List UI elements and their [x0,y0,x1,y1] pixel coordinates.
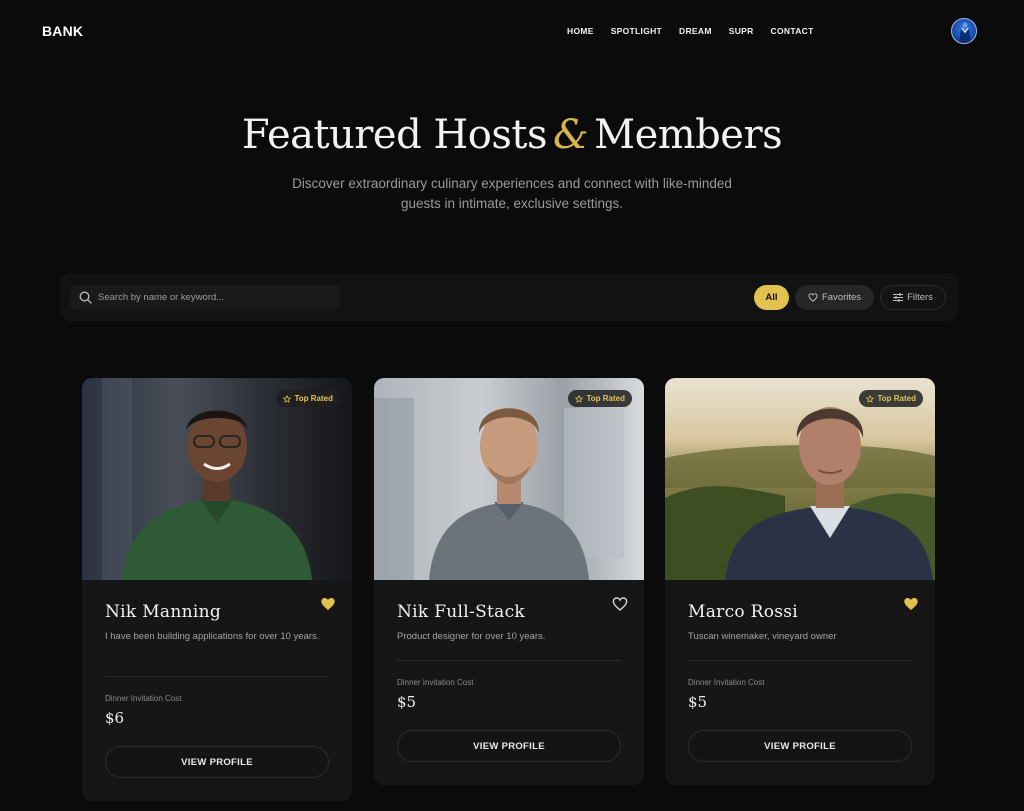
card-divider [688,660,912,661]
filter-all-label: All [765,292,778,303]
member-description: Tuscan winemaker, vineyard owner [688,631,837,642]
badge-label: Top Rated [294,394,333,403]
member-name: Nik Manning [105,602,222,622]
filter-toolbar: All Favorites Filters [60,273,958,321]
price: $5 [397,693,417,711]
filter-favorites-button[interactable]: Favorites [795,285,874,310]
search-icon [79,291,92,304]
member-photo: Top Rated [82,378,352,580]
portrait-image [374,378,644,580]
nav-item-supr[interactable]: SUPR [729,26,754,36]
portrait-image [665,378,935,580]
page-title-part1: Featured Hosts [241,112,548,158]
star-icon [283,394,292,403]
member-card[interactable]: Top Rated Nik Full-Stack Product designe… [374,378,644,785]
nav-item-spotlight[interactable]: SPOTLIGHT [611,26,662,36]
view-profile-button[interactable]: VIEW PROFILE [105,746,329,778]
heart-outline-icon [808,293,818,302]
cost-label: Dinner Invitation Cost [397,678,474,687]
member-name: Marco Rossi [688,602,799,622]
cost-label: Dinner Invitation Cost [688,678,765,687]
star-icon [575,394,584,403]
member-photo: Top Rated [665,378,935,580]
price: $5 [688,693,708,711]
filter-all-button[interactable]: All [754,285,789,310]
filters-button[interactable]: Filters [880,285,946,310]
nav-item-contact[interactable]: CONTACT [771,26,814,36]
brand-logo[interactable]: BANK [41,23,83,39]
brand-logo-text: BANK [42,23,84,39]
top-rated-badge: Top Rated [276,390,340,407]
member-description: I have been building applications for ov… [105,631,320,642]
search-box[interactable] [70,285,340,310]
nav-item-home[interactable]: HOME [567,26,594,36]
page-title-ampersand: & [553,112,589,158]
favorite-heart-icon[interactable] [612,596,628,612]
page-subtitle: Discover extraordinary culinary experien… [292,176,732,211]
view-profile-button[interactable]: VIEW PROFILE [397,730,621,762]
member-description: Product designer for over 10 years. [397,631,546,642]
filters-label: Filters [907,292,933,303]
search-input[interactable] [98,285,334,310]
price: $6 [105,709,125,727]
badge-label: Top Rated [586,394,625,403]
user-avatar-icon [959,22,971,43]
cost-label: Dinner Invitation Cost [105,694,182,703]
top-nav: BANK HOME SPOTLIGHT DREAM SUPR CONTACT [0,0,1024,62]
page-title: Featured Hosts & Members [0,112,1024,158]
card-divider [397,660,621,661]
card-divider [105,676,329,677]
filter-favorites-label: Favorites [821,292,862,303]
badge-label: Top Rated [877,394,916,403]
member-card[interactable]: Top Rated Nik Manning I have been buildi… [82,378,352,801]
main-menu: HOME SPOTLIGHT DREAM SUPR CONTACT [567,26,831,36]
top-rated-badge: Top Rated [568,390,632,407]
top-rated-badge: Top Rated [859,390,923,407]
portrait-image [82,378,352,580]
member-photo: Top Rated [374,378,644,580]
page-title-part2: Members [594,112,783,158]
member-card[interactable]: Top Rated Marco Rossi Tuscan winemaker, … [665,378,935,785]
member-name: Nik Full-Stack [397,602,526,622]
view-profile-button[interactable]: VIEW PROFILE [688,730,912,762]
sliders-icon [893,293,904,302]
nav-item-dream[interactable]: DREAM [679,26,712,36]
user-avatar[interactable] [951,18,977,44]
favorite-heart-icon[interactable] [903,596,919,612]
star-icon [866,394,875,403]
favorite-heart-icon[interactable] [320,596,336,612]
